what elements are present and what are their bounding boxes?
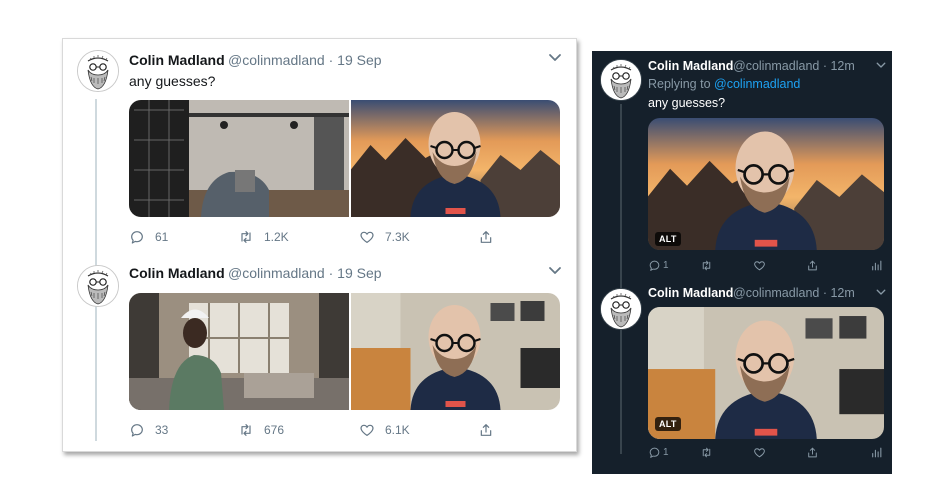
dark-thread-panel: Colin Madland @colinmadland · 12m Replyi… [592, 51, 892, 474]
reply-icon [129, 422, 145, 438]
analytics-icon [870, 259, 883, 272]
author-handle[interactable]: @colinmadland · 19 Sep [228, 52, 382, 68]
avatar[interactable] [77, 50, 119, 92]
retweet-count: 676 [264, 423, 285, 437]
alt-text-badge[interactable]: ALT [655, 232, 681, 246]
share-icon [806, 446, 819, 459]
avatar[interactable] [600, 59, 642, 101]
retweet-button[interactable] [700, 446, 713, 459]
caret-down-icon[interactable] [875, 61, 887, 70]
alt-text-badge[interactable]: ALT [655, 417, 681, 431]
media-image-right[interactable] [351, 100, 560, 217]
tweet-time[interactable]: 19 Sep [337, 265, 381, 281]
tweet-media[interactable] [648, 307, 884, 439]
reply-icon [648, 446, 661, 459]
like-icon [753, 259, 766, 272]
like-button[interactable]: 6.1K [359, 422, 410, 438]
author-handle[interactable]: @colinmadland · 12m [733, 286, 855, 300]
reply-button[interactable]: 1 [648, 259, 669, 272]
media-image-left[interactable] [129, 100, 349, 217]
avatar[interactable] [77, 265, 119, 307]
reply-count: 61 [155, 230, 169, 244]
retweet-icon [238, 229, 254, 245]
tweet-text: any guesses? [648, 96, 726, 110]
tweet-time[interactable]: 12m [830, 59, 854, 73]
author-name[interactable]: Colin Madland [648, 59, 733, 73]
like-count: 6.1K [385, 423, 410, 437]
retweet-button[interactable]: 1.2K [238, 229, 289, 245]
media-image[interactable] [648, 118, 884, 250]
tweet-media[interactable] [129, 293, 560, 410]
reply-button[interactable]: 1 [648, 446, 669, 459]
caret-down-icon[interactable] [547, 52, 563, 64]
caret-down-icon[interactable] [875, 288, 887, 297]
reply-button[interactable]: 33 [129, 422, 168, 438]
media-image[interactable] [648, 307, 884, 439]
like-icon [359, 229, 375, 245]
like-button[interactable]: 7.3K [359, 229, 410, 245]
share-button[interactable] [478, 229, 494, 245]
author-handle[interactable]: @colinmadland · 19 Sep [228, 265, 382, 281]
reply-mention-link[interactable]: @colinmadland [714, 77, 800, 91]
media-image-left[interactable] [129, 293, 349, 410]
like-button[interactable] [753, 259, 766, 272]
author-name[interactable]: Colin Madland [129, 265, 225, 281]
tweet-time[interactable]: 12m [830, 286, 854, 300]
light-thread-panel: Colin Madland @colinmadland · 19 Sep any… [62, 38, 577, 452]
like-icon [753, 446, 766, 459]
reply-icon [648, 259, 661, 272]
retweet-button[interactable] [700, 259, 713, 272]
author-name[interactable]: Colin Madland [129, 52, 225, 68]
tweet-media[interactable] [129, 100, 560, 217]
share-button[interactable] [806, 446, 819, 459]
analytics-button[interactable] [870, 446, 883, 459]
retweet-icon [238, 422, 254, 438]
reply-icon [129, 229, 145, 245]
tweet-time[interactable]: 19 Sep [337, 52, 381, 68]
like-button[interactable] [753, 446, 766, 459]
reply-count: 1 [663, 447, 669, 458]
share-icon [478, 229, 494, 245]
like-icon [359, 422, 375, 438]
like-count: 7.3K [385, 230, 410, 244]
analytics-button[interactable] [870, 259, 883, 272]
share-button[interactable] [806, 259, 819, 272]
avatar[interactable] [600, 288, 642, 330]
tweet-media[interactable] [648, 118, 884, 250]
retweet-icon [700, 446, 713, 459]
share-icon [806, 259, 819, 272]
retweet-button[interactable]: 676 [238, 422, 284, 438]
share-icon [478, 422, 494, 438]
reply-count: 33 [155, 423, 169, 437]
reply-button[interactable]: 61 [129, 229, 168, 245]
author-name[interactable]: Colin Madland [648, 286, 733, 300]
media-image-right[interactable] [351, 293, 560, 410]
caret-down-icon[interactable] [547, 265, 563, 277]
retweet-icon [700, 259, 713, 272]
tweet-text: any guesses? [129, 73, 216, 89]
replying-to: Replying to @colinmadland [648, 77, 801, 91]
author-handle[interactable]: @colinmadland · 12m [733, 59, 855, 73]
analytics-icon [870, 446, 883, 459]
retweet-count: 1.2K [264, 230, 289, 244]
share-button[interactable] [478, 422, 494, 438]
thread-line [620, 334, 622, 454]
reply-count: 1 [663, 260, 669, 271]
